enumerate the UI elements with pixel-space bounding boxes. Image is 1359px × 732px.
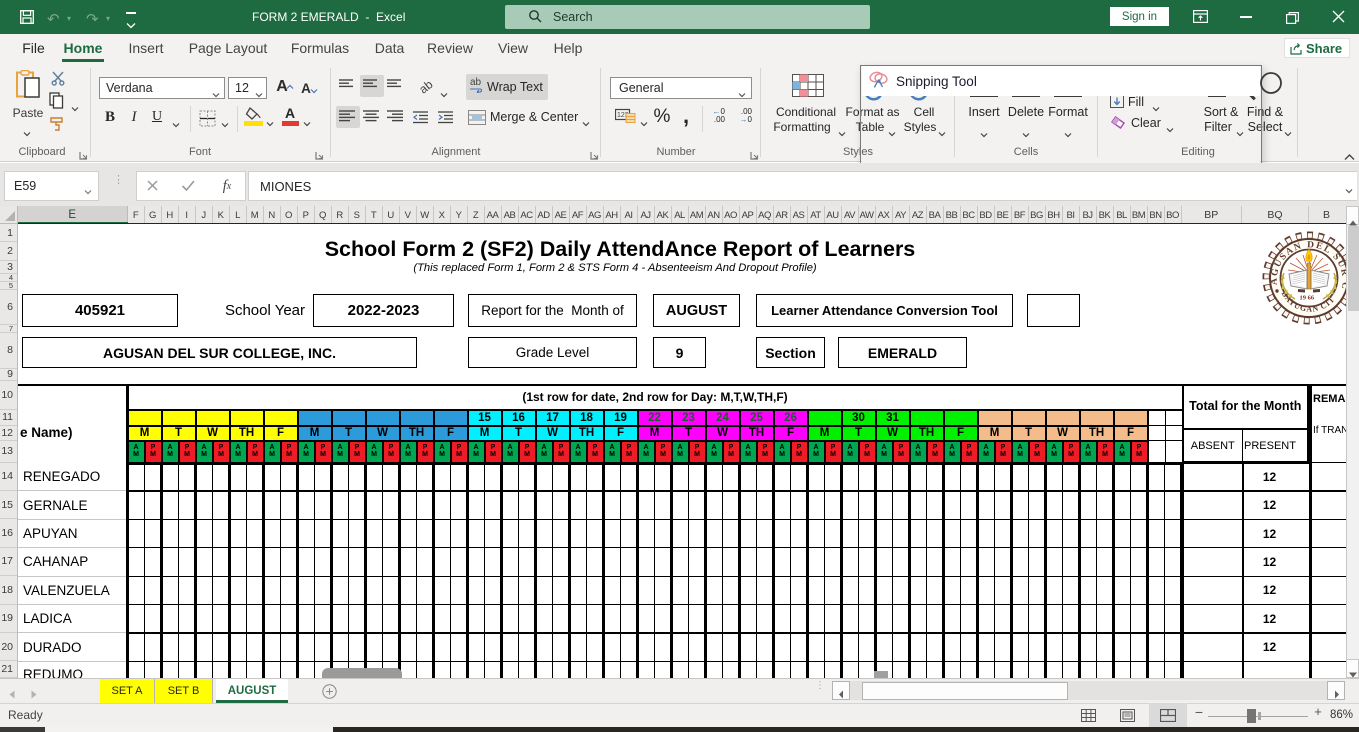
svg-text:19 66: 19 66 [1300,295,1315,302]
